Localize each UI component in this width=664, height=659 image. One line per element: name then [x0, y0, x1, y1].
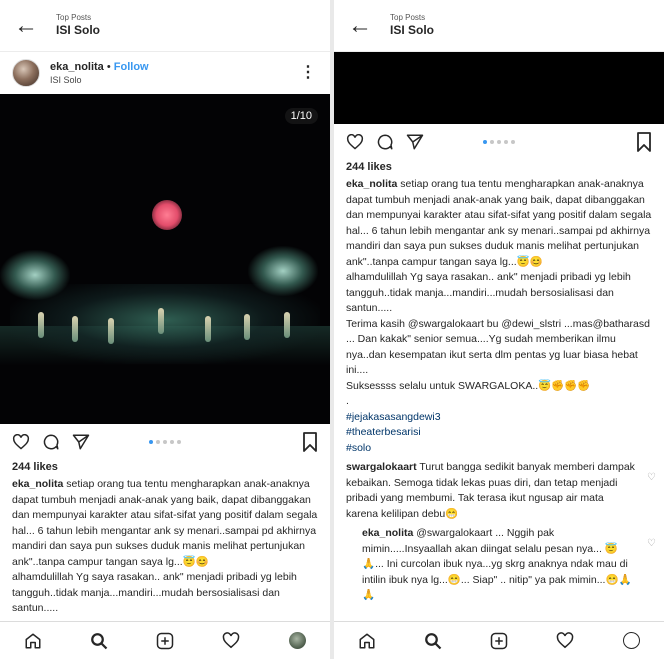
back-arrow-icon[interactable]: ←	[348, 13, 378, 38]
post-caption: eka_nolita setiap orang tua tentu mengha…	[0, 475, 330, 617]
carousel-dot	[504, 140, 508, 144]
left-screen: ← Top Posts ISI Solo eka_nolita • Follow…	[0, 0, 330, 659]
hashtag-list: #jejakasasangdewi3 #theaterbesarisi #sol…	[346, 410, 652, 457]
top-bar-subtitle: Top Posts	[56, 13, 92, 22]
carousel-dot-active	[149, 440, 153, 444]
post-caption: eka_nolita setiap orang tua tentu mengha…	[334, 175, 664, 456]
likes-count[interactable]: 244 likes	[0, 460, 330, 475]
caption-text: .	[346, 395, 349, 407]
carousel-dot	[490, 140, 494, 144]
caption-text: Terima kasih @swargalokaart bu @dewi_sls…	[346, 317, 650, 377]
profile-ring	[622, 632, 640, 649]
top-bar-title: ISI Solo	[390, 23, 435, 37]
bookmark-icon[interactable]	[636, 132, 652, 157]
new-post-icon[interactable]	[150, 626, 180, 656]
post-actions	[334, 124, 664, 160]
home-icon[interactable]	[352, 626, 382, 656]
caption-username[interactable]: eka_nolita	[12, 478, 63, 490]
back-arrow-icon[interactable]: ←	[14, 13, 44, 38]
top-bar-title: ISI Solo	[56, 23, 101, 37]
bottom-navigation	[0, 621, 330, 659]
carousel-dot	[170, 440, 174, 444]
profile-avatar	[288, 632, 306, 649]
dancer-figure	[244, 314, 250, 340]
caption-text: setiap orang tua tentu mengharapkan anak…	[346, 178, 652, 268]
top-bar-text: Top Posts ISI Solo	[56, 13, 100, 38]
bookmark-icon[interactable]	[302, 432, 318, 457]
comment-like-icon[interactable]: ♡	[647, 536, 656, 552]
profile-avatar-icon[interactable]	[282, 626, 312, 656]
search-icon[interactable]	[84, 626, 114, 656]
carousel-dot-active	[483, 140, 487, 144]
caption-username[interactable]: eka_nolita	[346, 178, 397, 190]
bottom-navigation	[334, 621, 664, 659]
comment-like-icon[interactable]: ♡	[647, 470, 656, 486]
dancer-figure	[108, 318, 114, 344]
like-heart-icon[interactable]	[12, 431, 42, 453]
comment-username[interactable]: swargalokaart	[346, 461, 417, 473]
search-icon[interactable]	[418, 626, 448, 656]
carousel-dot	[156, 440, 160, 444]
carousel-counter: 1/10	[284, 108, 318, 124]
new-post-icon[interactable]	[484, 626, 514, 656]
top-bar: ← Top Posts ISI Solo	[0, 0, 330, 52]
post-photo[interactable]: 1/10	[0, 94, 330, 424]
author-username[interactable]: eka_nolita	[50, 61, 104, 73]
comment-bubble-icon[interactable]	[42, 431, 72, 453]
post-location[interactable]: ISI Solo	[50, 74, 149, 86]
share-paper-plane-icon[interactable]	[72, 431, 102, 453]
top-bar-text: Top Posts ISI Solo	[390, 13, 434, 38]
comment-username[interactable]: eka_nolita	[362, 527, 413, 539]
profile-icon[interactable]	[616, 626, 646, 656]
right-screen: ← Top Posts ISI Solo 244 likes eka_nolit…	[334, 0, 664, 659]
heart-like-icon	[152, 200, 182, 230]
caption-text: Suksessss selalu untuk SWARGALOKA..😇✊✊✊	[346, 379, 591, 392]
author-avatar[interactable]	[12, 59, 40, 87]
author-block: eka_nolita • Follow ISI Solo	[50, 60, 149, 86]
carousel-dot	[177, 440, 181, 444]
comment-reply-item: eka_nolita @swargalokaart ... Nggih pak …	[334, 522, 664, 604]
dancer-figure	[38, 312, 44, 338]
comment-item: swargalokaart Turut bangga sedikit banya…	[334, 456, 664, 522]
dancer-figure	[72, 316, 78, 342]
carousel-dot	[497, 140, 501, 144]
activity-heart-icon[interactable]	[550, 626, 580, 656]
post-photo-bottom[interactable]	[334, 52, 664, 124]
caption-text: alhamdulillah Yg saya rasakan.. ank" men…	[346, 271, 631, 314]
hashtag-link[interactable]: #theaterbesarisi	[346, 425, 652, 441]
dancer-figure	[284, 312, 290, 338]
top-bar: ← Top Posts ISI Solo	[334, 0, 664, 52]
hashtag-link[interactable]: #jejakasasangdewi3	[346, 410, 652, 426]
hashtag-link[interactable]: #solo	[346, 441, 652, 457]
carousel-dots	[149, 440, 181, 444]
carousel-dot	[511, 140, 515, 144]
post-header: eka_nolita • Follow ISI Solo ⋮	[0, 52, 330, 94]
caption-text: setiap orang tua tentu mengharapkan anak…	[12, 478, 318, 568]
follow-button[interactable]: Follow	[114, 61, 149, 73]
home-icon[interactable]	[18, 626, 48, 656]
caption-text: alhamdulillah Yg saya rasakan.. ank" men…	[12, 571, 297, 614]
dancer-figure	[205, 316, 211, 342]
activity-heart-icon[interactable]	[216, 626, 246, 656]
stage-tree-right	[248, 246, 318, 296]
top-bar-subtitle: Top Posts	[390, 13, 426, 22]
share-paper-plane-icon[interactable]	[406, 131, 436, 153]
like-heart-icon[interactable]	[346, 131, 376, 153]
comment-bubble-icon[interactable]	[376, 131, 406, 153]
stage-tree-left	[0, 250, 70, 300]
carousel-dot	[163, 440, 167, 444]
author-separator: •	[103, 61, 114, 73]
carousel-dots	[483, 140, 515, 144]
dancer-figure	[158, 308, 164, 334]
likes-count[interactable]: 244 likes	[334, 160, 664, 175]
post-actions	[0, 424, 330, 460]
more-options-icon[interactable]: ⋮	[300, 65, 316, 81]
